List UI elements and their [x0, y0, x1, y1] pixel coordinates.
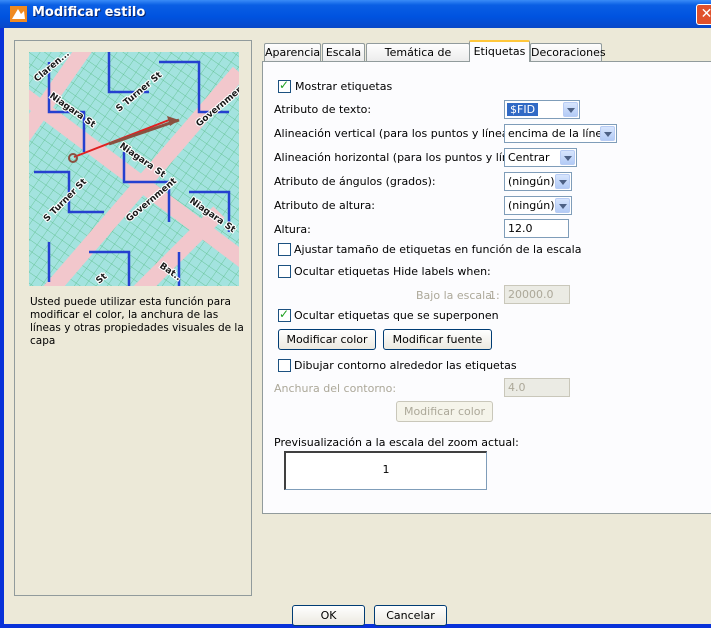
height-attribute-value: (ningún) — [508, 199, 555, 212]
hide-labels-checkbox[interactable] — [278, 265, 291, 278]
map-preview-image: Claren... S Turner St Niagara St Governm… — [29, 52, 239, 286]
dialog-window: Modificar estilo ✕ Claren... S Turner St… — [0, 0, 711, 628]
cancel-button[interactable]: Cancelar — [374, 605, 447, 626]
preview-label: Previsualización a la escala del zoom ac… — [274, 436, 519, 449]
draw-outline-checkbox[interactable] — [278, 359, 291, 372]
hide-overlapping-label: Ocultar etiquetas que se superponen — [294, 309, 499, 322]
show-labels-checkbox[interactable] — [278, 78, 291, 93]
vertical-alignment-value: encima de la línea — [508, 127, 609, 140]
chevron-down-icon[interactable] — [563, 102, 578, 117]
height-attribute-label: Atributo de altura: — [274, 199, 376, 212]
modify-color-button[interactable]: Modificar color — [278, 329, 376, 350]
outline-width-label: Anchura del contorno: — [274, 382, 397, 395]
chevron-down-icon[interactable] — [560, 150, 575, 165]
tab-etiquetas[interactable]: Etiquetas — [469, 40, 530, 62]
angle-attribute-label: Atributo de ángulos (grados): — [274, 175, 436, 188]
hide-overlapping-checkbox[interactable] — [278, 307, 291, 322]
label-preview-text: 1 — [382, 463, 390, 476]
preview-panel: Claren... S Turner St Niagara St Governm… — [14, 40, 252, 596]
below-scale-input[interactable]: 20000.0 — [504, 285, 570, 304]
height-label: Altura: — [274, 223, 311, 236]
angle-attribute-value: (ningún) — [508, 175, 555, 188]
horizontal-alignment-select[interactable]: Centrar — [504, 148, 577, 167]
draw-outline-label: Dibujar contorno alrededor las etiquetas — [294, 359, 517, 372]
chevron-down-icon[interactable] — [555, 174, 570, 189]
chevron-down-icon[interactable] — [555, 198, 570, 213]
below-scale-prefix: 1: — [489, 289, 500, 302]
text-attribute-select[interactable]: $FID — [504, 100, 580, 119]
show-labels-label: Mostrar etiquetas — [295, 80, 393, 93]
text-attribute-value: $FID — [507, 103, 539, 116]
outline-color-button[interactable]: Modificar color — [396, 401, 493, 422]
horizontal-alignment-value: Centrar — [508, 151, 550, 164]
window-title: Modificar estilo — [32, 5, 146, 20]
tab-apariencia[interactable]: Aparencia — [264, 43, 321, 61]
vertical-alignment-select[interactable]: encima de la línea — [504, 124, 617, 143]
vertical-alignment-label: Alineación vertical (para los puntos y l… — [274, 127, 523, 140]
label-preview-box: 1 — [284, 451, 487, 490]
chevron-down-icon[interactable] — [600, 126, 615, 141]
tab-escala[interactable]: Escala — [322, 43, 365, 61]
app-icon — [10, 6, 27, 22]
tab-decoraciones[interactable]: Decoraciones — [530, 43, 606, 61]
tab-tematica-colores[interactable]: Temática de colores — [366, 43, 470, 76]
ok-button[interactable]: OK — [292, 605, 365, 626]
below-scale-label: Bajo la escala — [416, 289, 492, 302]
hide-labels-label: Ocultar etiquetas Hide labels when: — [294, 265, 491, 278]
scale-labels-checkbox[interactable] — [278, 243, 291, 256]
close-button[interactable]: ✕ — [696, 4, 711, 25]
modify-font-button[interactable]: Modificar fuente — [383, 329, 492, 350]
scale-labels-label: Ajustar tamaño de etiquetas en función d… — [294, 243, 582, 256]
title-bar[interactable]: Modificar estilo ✕ — [0, 0, 711, 28]
panel-description: Usted puede utilizar esta función para m… — [30, 296, 244, 347]
text-attribute-label: Atributo de texto: — [274, 103, 372, 116]
height-input[interactable]: 12.0 — [504, 219, 569, 238]
height-attribute-select[interactable]: (ningún) — [504, 196, 572, 215]
outline-width-input[interactable]: 4.0 — [504, 378, 570, 397]
angle-attribute-select[interactable]: (ningún) — [504, 172, 572, 191]
horizontal-alignment-label: Alineación horizontal (para los puntos y… — [274, 151, 537, 164]
